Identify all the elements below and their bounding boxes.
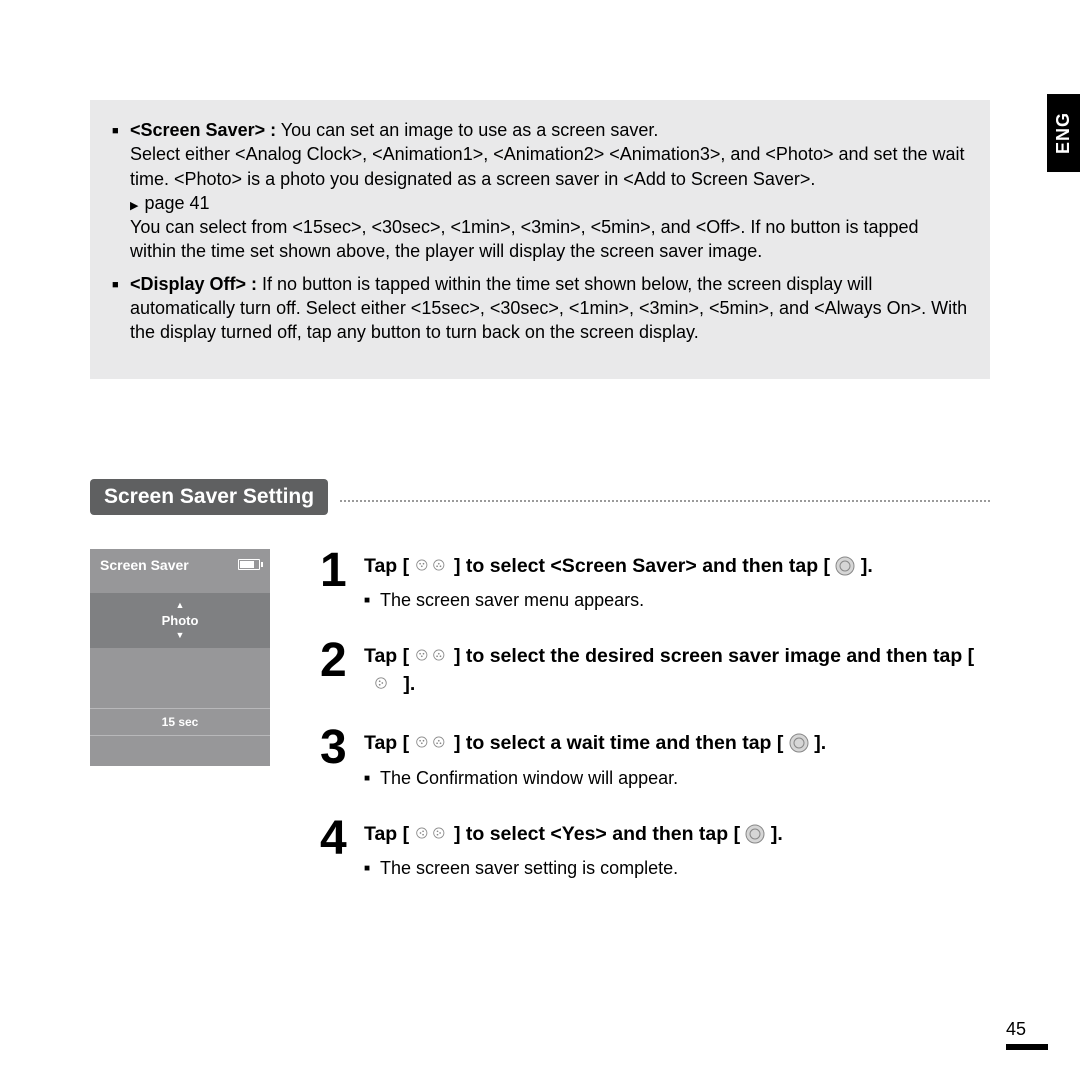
step-instruction: Tap [ ] to select <Screen Saver> and the… xyxy=(364,553,990,580)
select-button-icon xyxy=(745,821,765,848)
section-title: Screen Saver Setting xyxy=(90,479,328,515)
step-number: 3 xyxy=(320,726,364,788)
device-screen-title: Screen Saver xyxy=(100,557,189,573)
device-screenshot: Screen Saver ▲ Photo ▼ 15 sec xyxy=(90,549,270,907)
section-header-row: Screen Saver Setting xyxy=(90,479,990,515)
info-text: You can set an image to use as a screen … xyxy=(276,120,658,140)
battery-icon xyxy=(238,559,260,570)
step-1: 1 Tap [ ] to select <Screen Saver> and t… xyxy=(320,549,990,611)
updown-icon xyxy=(415,643,449,670)
step-instruction: Tap [ ] to select a wait time and then t… xyxy=(364,730,990,757)
bullet-icon: ■ xyxy=(364,858,380,879)
step-sub: The Confirmation window will appear. xyxy=(380,768,678,789)
leftright-icon xyxy=(415,821,449,848)
info-item-display-off: ■ <Display Off> : If no button is tapped… xyxy=(112,272,968,345)
arrow-up-icon: ▲ xyxy=(90,601,270,610)
step-3: 3 Tap [ ] to select a wait time and then… xyxy=(320,726,990,788)
bullet-icon: ■ xyxy=(112,272,130,345)
page-number: 45 xyxy=(1006,1019,1048,1050)
info-text: You can select from <15sec>, <30sec>, <1… xyxy=(130,217,919,261)
updown-icon xyxy=(415,730,449,757)
language-tab: ENG xyxy=(1047,94,1080,172)
bullet-icon: ■ xyxy=(364,768,380,789)
step-instruction: Tap [ ] to select <Yes> and then tap [ ]… xyxy=(364,821,990,848)
info-box: ■ <Screen Saver> : You can set an image … xyxy=(90,100,990,379)
device-wait-time: 15 sec xyxy=(90,708,270,736)
select-button-icon xyxy=(835,553,855,580)
step-sub: The screen saver setting is complete. xyxy=(380,858,678,879)
info-label: <Display Off> : xyxy=(130,274,257,294)
step-instruction: Tap [ ] to select the desired screen sav… xyxy=(364,643,990,698)
bullet-icon: ■ xyxy=(112,118,130,264)
steps-list: 1 Tap [ ] to select <Screen Saver> and t… xyxy=(320,549,990,907)
info-label: <Screen Saver> : xyxy=(130,120,276,140)
step-sub: The screen saver menu appears. xyxy=(380,590,644,611)
page-reference: page 41 xyxy=(130,193,210,213)
step-number: 4 xyxy=(320,817,364,879)
device-selected-value: Photo xyxy=(90,610,270,631)
device-selection: ▲ Photo ▼ xyxy=(90,593,270,648)
step-number: 2 xyxy=(320,639,364,698)
step-2: 2 Tap [ ] to select the desired screen s… xyxy=(320,639,990,698)
updown-icon xyxy=(415,553,449,580)
step-4: 4 Tap [ ] to select <Yes> and then tap [… xyxy=(320,817,990,879)
page-content: ■ <Screen Saver> : You can set an image … xyxy=(90,100,990,907)
arrow-down-icon: ▼ xyxy=(90,631,270,640)
select-button-icon xyxy=(789,730,809,757)
step-number: 1 xyxy=(320,549,364,611)
dotted-rule xyxy=(340,492,990,502)
bullet-icon: ■ xyxy=(364,590,380,611)
right-icon xyxy=(364,671,398,698)
info-text: Select either <Analog Clock>, <Animation… xyxy=(130,144,965,188)
info-item-screen-saver: ■ <Screen Saver> : You can set an image … xyxy=(112,118,968,264)
